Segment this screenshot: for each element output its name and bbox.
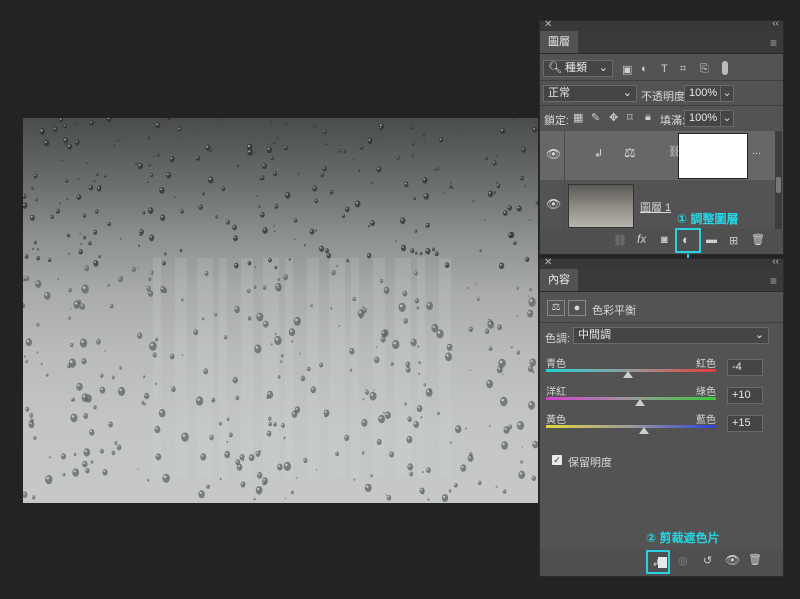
close-icon[interactable]: ✕ [544,257,552,268]
eye-icon[interactable]: 👁︎ [725,553,740,567]
annotation-clipping-mask: ② 剪裁遮色片 [646,531,720,545]
layers-footer: ⛓ fx ◙ ◐ ▬ ⊞ 🗑︎ [540,228,783,254]
canvas-image [23,118,538,503]
lock-pixels-icon[interactable]: ✎ [591,111,600,124]
slider-thumb[interactable] [623,371,633,378]
type-filter-icon[interactable]: T [661,63,668,75]
panel-menu-icon[interactable]: ≡ [770,274,777,288]
properties-footer: ↲ ◎ ↺ 👁︎ 🗑︎ [540,549,783,576]
layer-mask-thumbnail[interactable] [678,133,748,179]
link-layers-icon[interactable]: ⛓ [613,234,627,247]
tab-layers[interactable]: 圖層 [540,31,578,53]
slider-left-label: 洋紅 [546,387,566,398]
close-icon[interactable]: ✕ [544,19,552,30]
slider-thumb[interactable] [635,399,645,406]
lock-position-icon[interactable]: ✥ [609,111,618,124]
filter-kind-select[interactable]: 🔍︎ 種類 ⌄ [543,60,613,77]
trash-icon[interactable]: 🗑︎ [751,233,765,246]
preserve-luminosity-label: 保留明度 [568,457,612,469]
mask-icon[interactable]: ● [568,300,586,316]
clipping-mask-button[interactable]: ↲ [646,550,670,574]
mask-icon[interactable]: ◙ [661,234,668,246]
opacity-field[interactable]: 100% [684,85,724,102]
fill-field[interactable]: 100% [684,110,724,127]
balance-scale-icon: ⚖ [624,145,636,160]
slider-value-field[interactable]: -4 [727,359,763,376]
trash-icon[interactable]: 🗑︎ [748,553,762,566]
opacity-label: 不透明度: [641,91,689,103]
chevron-down-icon: ⌄ [622,87,632,99]
filter-toggle[interactable] [722,61,728,75]
slider-row: 洋紅 綠色 +10 [540,383,783,411]
slider-right-label: 藍色 [696,415,716,426]
eye-icon[interactable]: 👁︎ [546,147,561,161]
layers-panel: ✕ ‹‹ 圖層 ≡ 🔍︎ 種類 ⌄ ▣ ◐ T ⌗ ⎘ 正常 ⌄ 不透明度: 10… [539,18,784,255]
raindrops-photo [23,118,538,502]
color-balance-sliders: 青色 紅色 -4 洋紅 綠色 +10 黃色 藍色 +15 [540,349,783,449]
slider-track[interactable] [546,425,716,428]
clip-layer-icon [658,557,667,568]
new-adjustment-layer-button[interactable]: ◐ [675,228,701,253]
tone-value: 中間調 [578,329,611,341]
balance-scale-icon[interactable]: ⚖ [547,300,565,316]
tab-properties[interactable]: 內容 [540,269,578,291]
lock-transparent-icon[interactable]: ▦ [573,111,583,124]
layer-thumbnail[interactable] [568,184,634,228]
lock-all-icon[interactable]: 🔒︎ [645,111,651,124]
reset-icon[interactable]: ↺ [703,554,712,567]
smart-object-filter-icon[interactable]: ⎘ [700,63,709,76]
search-icon: 🔍︎ [548,62,562,74]
slider-row: 青色 紅色 -4 [540,355,783,383]
new-layer-icon[interactable]: ⊞ [729,234,738,247]
blend-mode-select[interactable]: 正常 ⌄ [543,85,637,102]
slider-left-label: 青色 [546,359,566,370]
layer-row-color-balance[interactable]: 👁︎ ↲ ⚖ ⛓ ... [540,131,775,180]
slider-thumb[interactable] [639,427,649,434]
slider-left-label: 黃色 [546,415,566,426]
layers-scrollbar[interactable] [775,131,782,229]
lock-label: 鎖定: [544,115,570,127]
fill-label: 填滿: [660,115,686,127]
shape-filter-icon[interactable]: ⌗ [680,63,686,76]
layer-name[interactable]: 圖層 1 [640,199,671,215]
image-filter-icon[interactable]: ▣ [622,63,632,76]
annotation-adjustment-layer: ① 調整圖層 [677,212,739,226]
collapse-icon[interactable]: ‹‹ [772,256,779,267]
checkbox-preserve-luminosity[interactable]: ✓ [552,455,562,465]
slider-value-field[interactable]: +10 [727,387,763,404]
opacity-dropdown-icon[interactable]: ⌄ [720,85,734,102]
adjustment-filter-icon[interactable]: ◐ [641,63,648,75]
adjustment-icon: ◐ [682,232,690,247]
slider-value-field[interactable]: +15 [727,415,763,432]
folder-icon[interactable]: ▬ [706,234,717,246]
blend-mode-value: 正常 [548,87,570,99]
more-indicator: ... [752,145,762,157]
slider-right-label: 綠色 [696,387,716,398]
clip-arrow-icon: ↲ [594,148,604,160]
tone-select[interactable]: 中間調 ⌄ [573,327,769,344]
chevron-down-icon: ⌄ [754,329,764,341]
slider-track[interactable] [546,397,716,400]
slider-right-label: 紅色 [696,359,716,370]
layer-row-image[interactable]: 👁︎ 圖層 1 [540,181,775,229]
filter-kind-value: 種類 [565,62,588,74]
properties-panel: ✕ ‹‹ 內容 ≡ ⚖ ● 色彩平衡 色調: 中間調 ⌄ 青色 紅色 -4 洋紅 綠色 +1… [539,256,784,577]
eye-icon[interactable]: 👁︎ [546,197,561,211]
tone-label: 色調: [545,333,571,345]
lock-artboard-icon[interactable]: ⌑ [627,111,633,124]
collapse-icon[interactable]: ‹‹ [772,18,779,29]
fill-dropdown-icon[interactable]: ⌄ [720,110,734,127]
fx-icon[interactable]: fx [637,232,646,246]
view-previous-state-icon[interactable]: ◎ [678,554,688,567]
chevron-down-icon: ⌄ [598,62,608,74]
panel-menu-icon[interactable]: ≡ [770,36,777,50]
adjustment-name: 色彩平衡 [592,305,636,317]
slider-row: 黃色 藍色 +15 [540,411,783,439]
